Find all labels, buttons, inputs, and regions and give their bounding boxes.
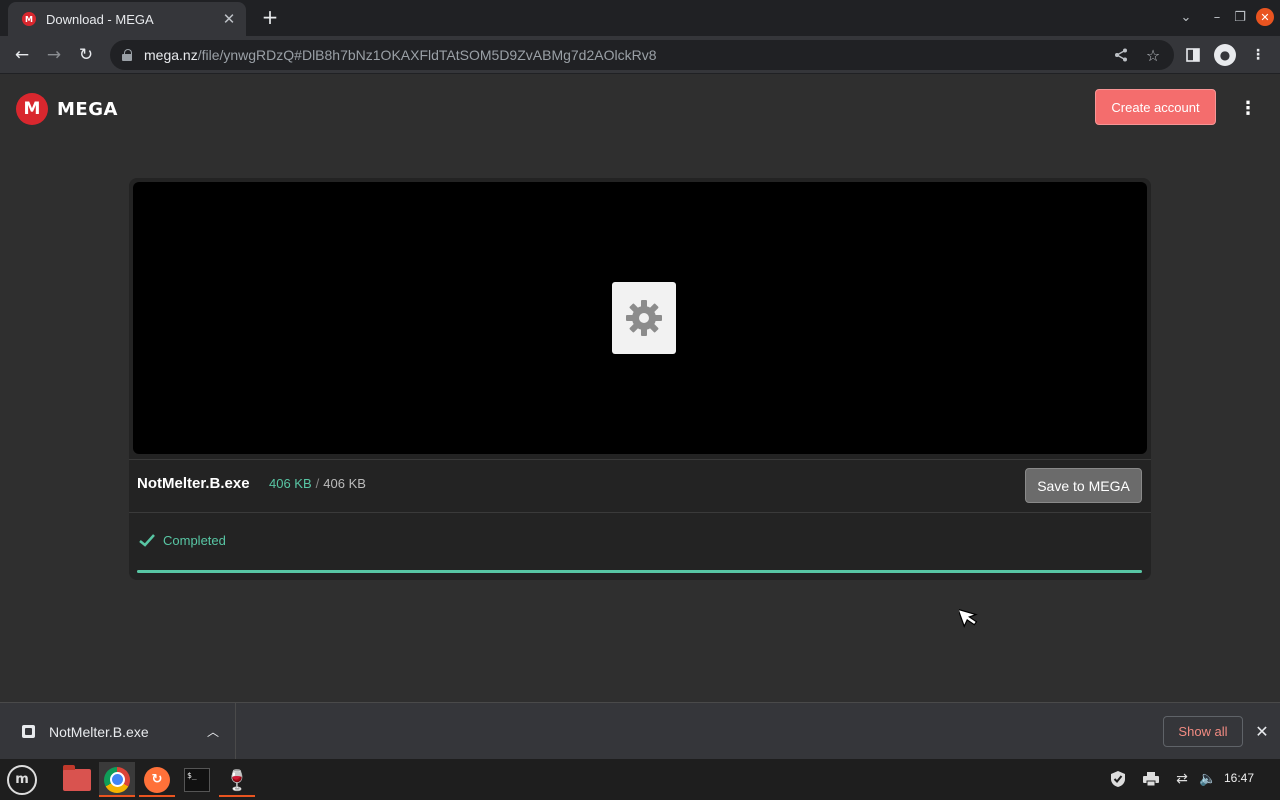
clock[interactable]: 16:47	[1224, 771, 1254, 785]
minimize-window-icon[interactable]: –	[1206, 6, 1228, 28]
download-item[interactable]: NotMelter.B.exe ︿	[0, 703, 236, 760]
forward-arrow-icon[interactable]: →	[41, 42, 67, 68]
download-card: NotMelter.B.exe 406 KB/406 KB Save to ME…	[129, 178, 1151, 580]
chrome-icon[interactable]	[99, 762, 135, 797]
taskbar: m ↻ $_ 🍷 ⇄ 🔈 16:47	[0, 759, 1280, 800]
show-all-button[interactable]: Show all	[1163, 716, 1243, 747]
browser-tab-strip: M Download - MEGA ✕ + ⌄ – ❐ ✕	[0, 0, 1280, 36]
file-icon	[22, 725, 35, 738]
tab-close-icon[interactable]: ✕	[218, 8, 240, 30]
save-to-mega-button[interactable]: Save to MEGA	[1025, 468, 1142, 503]
create-account-button[interactable]: Create account	[1095, 89, 1216, 125]
file-preview	[133, 182, 1147, 454]
new-tab-icon[interactable]: +	[258, 5, 282, 29]
downloaded-size: 406 KB	[269, 476, 312, 491]
address-bar[interactable]: mega.nz/file/ynwgRDzQ#DlB8h7bNz1OKAXFldT…	[110, 40, 1174, 70]
firefox-icon[interactable]: ↻	[139, 762, 175, 797]
file-name: NotMelter.B.exe	[137, 475, 250, 492]
mega-favicon-icon: M	[22, 12, 36, 26]
tab-search-icon[interactable]: ⌄	[1175, 6, 1197, 28]
browser-tab[interactable]: M Download - MEGA ✕	[8, 2, 246, 36]
executable-file-icon	[612, 282, 676, 354]
size-separator: /	[315, 476, 320, 491]
files-icon[interactable]	[59, 762, 95, 797]
wine-icon[interactable]: 🍷	[219, 762, 255, 797]
download-item-name: NotMelter.B.exe	[49, 723, 149, 740]
volume-icon[interactable]: 🔈	[1198, 767, 1218, 791]
page-menu-icon[interactable]: ⋮	[1238, 97, 1258, 119]
lock-icon	[122, 49, 132, 61]
terminal-icon[interactable]: $_	[179, 762, 215, 797]
url-path: /file/ynwgRDzQ#DlB8h7bNz1OKAXFldTAtSOM5D…	[197, 47, 657, 63]
mega-logo-text: MEGA	[57, 98, 118, 120]
profile-avatar-icon[interactable]: ●	[1214, 44, 1236, 66]
shield-icon[interactable]	[1108, 767, 1128, 791]
tab-title: Download - MEGA	[46, 11, 154, 27]
network-disconnected-icon[interactable]: ⇄	[1172, 767, 1192, 791]
mouse-cursor-icon	[959, 608, 978, 628]
file-size: 406 KB/406 KB	[269, 476, 366, 491]
mint-menu-icon[interactable]: m	[4, 762, 40, 797]
divider	[129, 512, 1151, 513]
share-icon[interactable]	[1112, 46, 1130, 64]
download-shelf: NotMelter.B.exe ︿ Show all ✕	[0, 702, 1280, 760]
chevron-up-icon[interactable]: ︿	[207, 723, 219, 740]
side-panel-icon[interactable]	[1182, 44, 1204, 66]
close-window-icon[interactable]: ✕	[1256, 8, 1274, 26]
browser-menu-icon[interactable]: ⋮	[1247, 44, 1269, 66]
checkmark-icon	[139, 534, 155, 547]
printer-icon[interactable]	[1141, 767, 1161, 791]
download-status: Completed	[163, 533, 226, 548]
total-size: 406 KB	[323, 476, 366, 491]
browser-toolbar: ← → ↻ mega.nz/file/ynwgRDzQ#DlB8h7bNz1OK…	[0, 36, 1280, 74]
mega-logo-icon: M	[16, 93, 48, 125]
divider	[129, 459, 1151, 460]
reload-icon[interactable]: ↻	[73, 42, 99, 68]
close-shelf-icon[interactable]: ✕	[1252, 721, 1272, 741]
mega-logo[interactable]: M MEGA	[16, 93, 118, 125]
maximize-window-icon[interactable]: ❐	[1229, 6, 1251, 28]
page-content: M MEGA Create account ⋮ NotMelter.B.exe …	[0, 75, 1280, 702]
progress-fill	[137, 570, 1142, 573]
url-host: mega.nz	[144, 47, 198, 63]
progress-bar	[137, 570, 1142, 573]
bookmark-star-icon[interactable]: ☆	[1144, 46, 1162, 65]
back-arrow-icon[interactable]: ←	[9, 42, 35, 68]
